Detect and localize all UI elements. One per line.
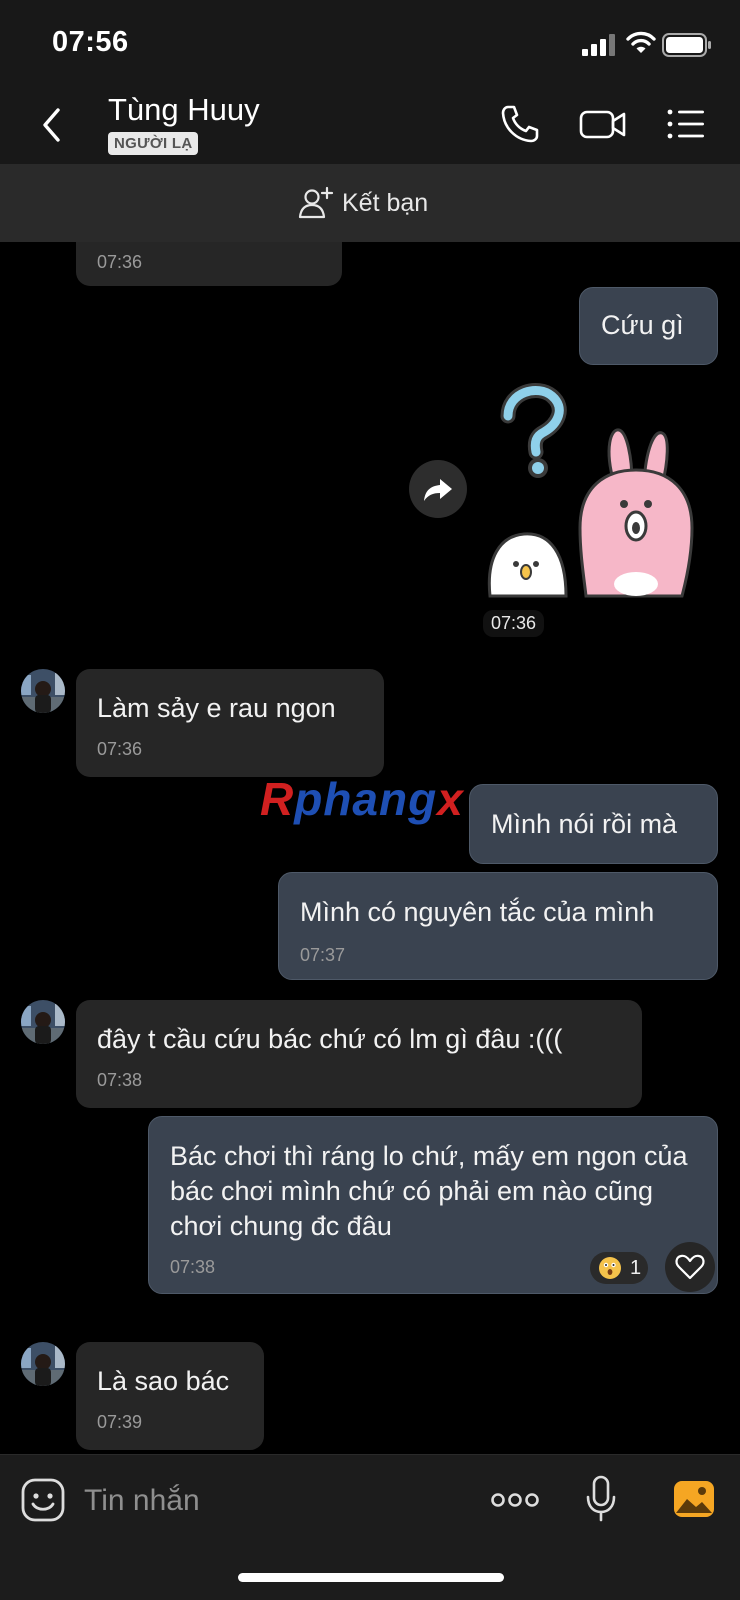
- message-text: Mình nói rồi mà: [491, 809, 678, 839]
- message-bubble-outgoing[interactable]: Mình có nguyên tắc của mình 07:37: [278, 872, 718, 980]
- avatar-photo: [21, 669, 65, 713]
- message-time: 07:39: [97, 1412, 143, 1432]
- rphangx-watermark: Rphangx: [260, 773, 464, 825]
- contact-avatar[interactable]: [21, 1342, 65, 1386]
- back-arrow-icon[interactable]: [36, 104, 72, 146]
- message-bubble-incoming[interactable]: Làm sảy e rau ngon 07:36: [76, 669, 384, 777]
- message-bubble-outgoing[interactable]: Cứu gì: [579, 287, 718, 365]
- message-text: Bác chơi thì ráng lo chứ, mấy em ngon củ…: [170, 1141, 688, 1241]
- heart-icon: [675, 1254, 705, 1280]
- forward-message-button[interactable]: [409, 460, 467, 518]
- message-bubble-incoming[interactable]: 07:36: [76, 242, 342, 286]
- message-bubble-outgoing[interactable]: Mình nói rồi mà: [469, 784, 718, 864]
- home-indicator: [238, 1573, 504, 1582]
- message-input[interactable]: [84, 1479, 464, 1523]
- video-call-icon[interactable]: [578, 102, 628, 146]
- cellular-signal-icon: [582, 34, 615, 56]
- message-composer: [0, 1454, 740, 1600]
- gallery-photo-icon[interactable]: [672, 1477, 716, 1521]
- message-bubble-incoming[interactable]: đây t cầu cứu bác chứ có lm gì đâu :((( …: [76, 1000, 642, 1108]
- message-time: 07:36: [97, 739, 143, 759]
- react-button[interactable]: [665, 1242, 715, 1292]
- message-bubble-incoming[interactable]: Là sao bác 07:39: [76, 1342, 264, 1450]
- avatar-photo: [21, 1000, 65, 1044]
- chat-messages: 07:36 Cứu gì 07:36 Làm sảy e rau ngon 07…: [0, 242, 740, 1454]
- message-time: 07:36: [97, 252, 143, 272]
- add-friend-button[interactable]: Kết bạn: [298, 184, 428, 222]
- add-friend-bar: Kết bạn: [0, 164, 740, 242]
- sticker-emoji-icon[interactable]: [20, 1477, 66, 1523]
- message-text: Làm sảy e rau ngon: [97, 693, 336, 723]
- more-options-icon[interactable]: [490, 1483, 540, 1517]
- message-time: 07:38: [170, 1257, 216, 1277]
- avatar-photo: [21, 1342, 65, 1386]
- reaction-count: 1: [630, 1256, 642, 1279]
- add-user-icon: [298, 186, 334, 219]
- wifi-icon: [626, 31, 656, 53]
- message-text: đây t cầu cứu bác chứ có lm gì đâu :(((: [97, 1024, 563, 1054]
- message-time: 07:38: [97, 1070, 143, 1090]
- status-time: 07:56: [52, 26, 129, 58]
- contact-avatar[interactable]: [21, 669, 65, 713]
- surprised-emoji-icon: [599, 1257, 621, 1279]
- message-text: Là sao bác: [97, 1366, 230, 1396]
- phone-call-icon[interactable]: [498, 102, 542, 146]
- reaction-summary[interactable]: 1: [590, 1252, 648, 1284]
- battery-icon: [662, 33, 711, 57]
- contact-avatar[interactable]: [21, 1000, 65, 1044]
- contact-name[interactable]: Tùng Huuy: [108, 92, 260, 128]
- forward-arrow-icon: [424, 479, 452, 501]
- message-time: 07:37: [300, 945, 346, 965]
- message-text: Mình có nguyên tắc của mình: [300, 897, 655, 927]
- stranger-badge: NGƯỜI LẠ: [108, 132, 199, 155]
- pink-rabbit-question-sticker[interactable]: [486, 378, 716, 608]
- message-text: Cứu gì: [601, 310, 684, 340]
- status-bar: 07:56: [0, 0, 740, 84]
- microphone-icon[interactable]: [584, 1475, 618, 1523]
- add-friend-label: Kết bạn: [342, 188, 429, 217]
- list-menu-icon[interactable]: [664, 102, 708, 146]
- chat-header: Tùng Huuy NGƯỜI LẠ: [0, 84, 740, 164]
- sticker-time: 07:36: [483, 610, 545, 637]
